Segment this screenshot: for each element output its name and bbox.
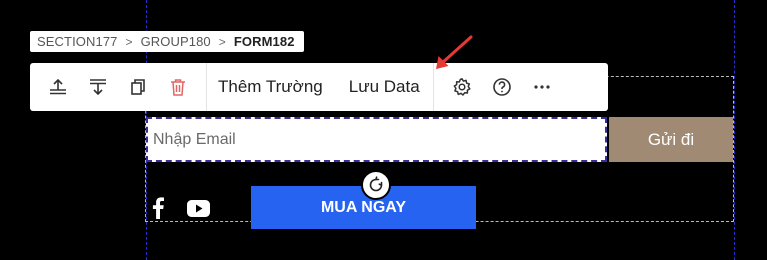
gear-icon[interactable]: [442, 63, 482, 111]
facebook-icon[interactable]: [151, 197, 165, 219]
breadcrumb-separator: >: [218, 34, 226, 49]
submit-button[interactable]: Gửi đi: [609, 117, 733, 162]
buy-now-label: MUA NGAY: [320, 198, 407, 216]
youtube-icon[interactable]: [187, 200, 210, 217]
rotate-icon[interactable]: [361, 170, 391, 200]
breadcrumb-form[interactable]: FORM182: [234, 34, 295, 49]
toolbar-settings-group: [434, 63, 562, 111]
toolbar-arrange-group: [30, 63, 198, 111]
breadcrumb-section[interactable]: SECTION177: [37, 34, 117, 49]
help-icon[interactable]: [482, 63, 522, 111]
move-up-icon[interactable]: [38, 63, 78, 111]
submit-button-label: Gửi đi: [647, 129, 695, 149]
save-data-button[interactable]: Lưu Data: [336, 63, 433, 111]
move-down-icon[interactable]: [78, 63, 118, 111]
element-toolbar: Thêm Trường Lưu Data: [30, 63, 608, 111]
email-placeholder: Nhập Email: [153, 130, 236, 148]
guide-line-right: [734, 0, 735, 260]
duplicate-icon[interactable]: [118, 63, 158, 111]
breadcrumb: SECTION177 > GROUP180 > FORM182: [30, 31, 304, 52]
breadcrumb-separator: >: [125, 34, 133, 49]
breadcrumb-group[interactable]: GROUP180: [141, 34, 211, 49]
email-input[interactable]: Nhập Email: [146, 117, 607, 162]
more-icon[interactable]: [522, 63, 562, 111]
delete-icon[interactable]: [158, 63, 198, 111]
add-field-button[interactable]: Thêm Trường: [207, 63, 336, 111]
